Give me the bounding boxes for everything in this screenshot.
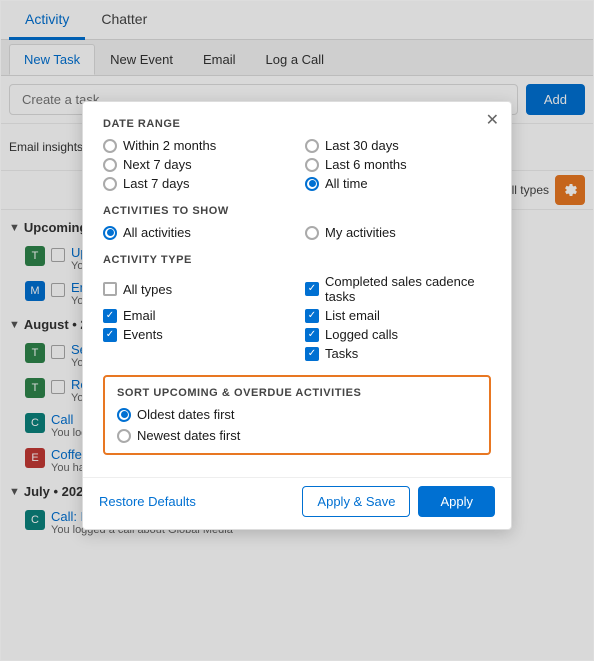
radio-label: Next 7 days [123,157,192,172]
checkbox-label: All types [123,282,172,297]
checkbox-list-email[interactable]: List email [305,308,491,323]
radio-oldest-first[interactable]: Oldest dates first [117,407,477,422]
radio-icon-selected [103,226,117,240]
restore-defaults-button[interactable]: Restore Defaults [99,494,196,509]
radio-label: Within 2 months [123,138,216,153]
checkbox-icon-checked [305,282,319,296]
modal-close-button[interactable]: ✕ [486,110,499,130]
sort-section: SORT UPCOMING & OVERDUE ACTIVITIES Oldes… [103,375,491,455]
checkbox-label: Email [123,308,156,323]
radio-icon [117,429,131,443]
sort-title: SORT UPCOMING & OVERDUE ACTIVITIES [117,387,477,399]
checkbox-label: List email [325,308,380,323]
radio-label: All time [325,176,368,191]
date-range-title: DATE RANGE [103,118,491,130]
radio-label: Last 7 days [123,176,190,191]
radio-next-7-days[interactable]: Next 7 days [103,157,289,172]
radio-label: All activities [123,225,191,240]
checkbox-label: Completed sales cadence tasks [325,274,491,304]
radio-all-time[interactable]: All time [305,176,491,191]
checkbox-icon-checked [305,347,319,361]
main-container: Activity Chatter New Task New Event Emai… [0,0,594,661]
checkbox-icon-checked [305,309,319,323]
checkbox-icon-checked [103,309,117,323]
checkbox-label: Events [123,327,163,342]
activities-to-show-title: ACTIVITIES TO SHOW [103,205,491,217]
checkbox-icon-checked [103,328,117,342]
modal-footer: Restore Defaults Apply & Save Apply [83,477,511,529]
modal-overlay: ✕ DATE RANGE Within 2 months Last 30 day… [1,1,593,660]
radio-last-6-months[interactable]: Last 6 months [305,157,491,172]
radio-label: Last 30 days [325,138,399,153]
radio-icon [305,226,319,240]
radio-all-activities[interactable]: All activities [103,225,289,240]
checkbox-logged-calls[interactable]: Logged calls [305,327,491,342]
activity-type-options: All types Completed sales cadence tasks … [103,274,491,361]
checkbox-label: Logged calls [325,327,398,342]
date-range-options: Within 2 months Last 30 days Next 7 days… [103,138,491,191]
checkbox-icon-checked [305,328,319,342]
radio-label: Oldest dates first [137,407,235,422]
checkbox-icon [103,282,117,296]
modal-body: DATE RANGE Within 2 months Last 30 days … [83,102,511,477]
checkbox-email[interactable]: Email [103,308,289,323]
activity-type-title: ACTIVITY TYPE [103,254,491,266]
apply-save-button[interactable]: Apply & Save [302,486,410,517]
apply-button[interactable]: Apply [418,486,495,517]
checkbox-tasks[interactable]: Tasks [305,346,491,361]
radio-icon [305,139,319,153]
radio-icon-selected [117,408,131,422]
radio-within-2-months[interactable]: Within 2 months [103,138,289,153]
radio-icon [305,158,319,172]
filter-modal: ✕ DATE RANGE Within 2 months Last 30 day… [82,101,512,530]
radio-label: Newest dates first [137,428,240,443]
checkbox-label: Tasks [325,346,358,361]
radio-label: My activities [325,225,396,240]
radio-newest-first[interactable]: Newest dates first [117,428,477,443]
checkbox-events[interactable]: Events [103,327,289,342]
radio-icon [103,158,117,172]
activities-to-show-options: All activities My activities [103,225,491,240]
radio-icon-selected [305,177,319,191]
footer-buttons: Apply & Save Apply [302,486,495,517]
checkbox-completed-sales[interactable]: Completed sales cadence tasks [305,274,491,304]
checkbox-all-types[interactable]: All types [103,274,289,304]
radio-last-7-days[interactable]: Last 7 days [103,176,289,191]
radio-last-30-days[interactable]: Last 30 days [305,138,491,153]
radio-icon [103,139,117,153]
radio-icon [103,177,117,191]
radio-my-activities[interactable]: My activities [305,225,491,240]
radio-label: Last 6 months [325,157,407,172]
